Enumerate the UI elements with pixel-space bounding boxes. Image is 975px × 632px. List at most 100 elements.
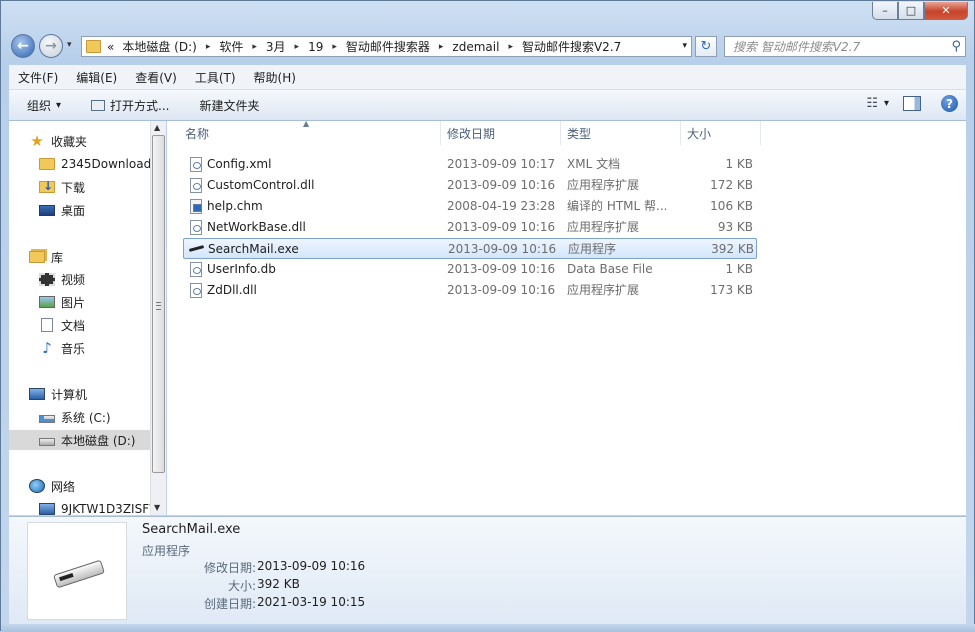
- nav-item-system-drive[interactable]: 系统 (C:): [39, 407, 111, 427]
- column-name[interactable]: 名称: [179, 121, 441, 145]
- details-label: 创建日期:: [203, 597, 256, 611]
- scroll-up-icon[interactable]: ▲: [154, 123, 160, 132]
- file-modified: 2008-04-19 23:28: [447, 199, 556, 213]
- column-headers: ▲ 名称 修改日期 类型 大小: [167, 119, 966, 145]
- details-value: 392 KB: [257, 577, 300, 591]
- breadcrumb-separator[interactable]: ▸: [439, 42, 444, 52]
- file-row[interactable]: help.chm 2008-04-19 23:28 编译的 HTML 帮... …: [183, 196, 757, 217]
- system-drive-icon: [39, 415, 55, 423]
- details-created: 创建日期: 2021-03-19 10:15: [142, 595, 442, 613]
- breadcrumb-separator[interactable]: ▸: [332, 42, 337, 52]
- breadcrumb-separator[interactable]: ▸: [206, 42, 211, 52]
- nav-item-network-host[interactable]: 9JKTW1D3ZISFW: [39, 499, 150, 515]
- nav-label: 计算机: [51, 387, 88, 402]
- menu-edit[interactable]: 编辑(E): [67, 69, 126, 86]
- back-button[interactable]: ←: [11, 34, 35, 58]
- file-row[interactable]: NetWorkBase.dll 2013-09-09 10:16 应用程序扩展 …: [183, 217, 757, 238]
- file-row[interactable]: ZdDll.dll 2013-09-09 10:16 应用程序扩展 173 KB: [183, 280, 757, 301]
- breadcrumb-item[interactable]: 软件: [219, 38, 243, 55]
- nav-libraries[interactable]: 库: [29, 247, 63, 267]
- file-size: 93 KB: [717, 220, 753, 234]
- dll-file-icon: [190, 178, 202, 193]
- nav-item-desktop[interactable]: 桌面: [39, 200, 85, 220]
- breadcrumb-separator[interactable]: ▸: [295, 42, 300, 52]
- file-name: help.chm: [207, 199, 263, 213]
- nav-item-videos[interactable]: 视频: [39, 269, 85, 289]
- maximize-button[interactable]: □: [898, 2, 924, 20]
- scroll-down-icon[interactable]: ▼: [154, 503, 160, 512]
- breadcrumb-separator[interactable]: ▸: [508, 42, 513, 52]
- breadcrumb-item[interactable]: 19: [308, 40, 323, 54]
- breadcrumb-item-current[interactable]: 智动邮件搜索V2.7: [522, 38, 621, 55]
- file-row[interactable]: CustomControl.dll 2013-09-09 10:16 应用程序扩…: [183, 175, 757, 196]
- file-name: NetWorkBase.dll: [207, 220, 306, 234]
- menu-view[interactable]: 查看(V): [126, 69, 186, 86]
- close-button[interactable]: ✕: [924, 2, 968, 20]
- breadcrumb-item[interactable]: 本地磁盘 (D:): [122, 38, 196, 55]
- details-type: 应用程序: [142, 544, 191, 558]
- nav-item-documents[interactable]: 文档: [39, 315, 85, 335]
- nav-network[interactable]: 网络: [29, 476, 75, 496]
- help-icon[interactable]: ?: [941, 95, 958, 112]
- address-bar[interactable]: « 本地磁盘 (D:) ▸ 软件 ▸ 3月 ▸ 19 ▸ 智动邮件搜索器 ▸ z…: [81, 36, 692, 57]
- file-row[interactable]: UserInfo.db 2013-09-09 10:16 Data Base F…: [183, 259, 757, 280]
- refresh-icon[interactable]: ↻: [695, 36, 717, 57]
- nav-item-local-disk-d[interactable]: 本地磁盘 (D:): [9, 430, 150, 450]
- column-type[interactable]: 类型: [561, 121, 681, 145]
- nav-item-2345downloads[interactable]: 2345Downloads: [39, 154, 150, 174]
- nav-item-pictures[interactable]: 图片: [39, 292, 85, 312]
- view-options-icon[interactable]: ☷: [866, 96, 878, 111]
- menu-help[interactable]: 帮助(H): [245, 69, 305, 86]
- forward-button[interactable]: →: [39, 34, 63, 58]
- file-row[interactable]: Config.xml 2013-09-09 10:17 XML 文档 1 KB: [183, 154, 757, 175]
- breadcrumb-item[interactable]: zdemail: [452, 40, 499, 54]
- address-dropdown-icon[interactable]: ▾: [682, 41, 687, 51]
- search-input[interactable]: 搜索 智动邮件搜索V2.7 ⚲: [724, 36, 966, 57]
- video-icon: [39, 272, 55, 286]
- breadcrumb-separator[interactable]: ▸: [252, 42, 257, 52]
- organize-button[interactable]: 组织 ▾: [9, 97, 71, 114]
- explorer-window: – □ ✕ ← → ▾ « 本地磁盘 (D:) ▸ 软件 ▸ 3月 ▸ 19 ▸…: [0, 0, 975, 632]
- file-size: 392 KB: [711, 242, 754, 256]
- folder-icon: [86, 40, 101, 53]
- file-type: 应用程序扩展: [567, 178, 640, 192]
- window-icon: [91, 99, 106, 111]
- breadcrumb-item[interactable]: 3月: [266, 38, 286, 55]
- command-bar: 组织 ▾ 打开方式... 新建文件夹 ☷ ▾ ?: [9, 90, 966, 121]
- open-with-button[interactable]: 打开方式...: [71, 97, 179, 114]
- details-pane: SearchMail.exe 应用程序 修改日期: 2013-09-09 10:…: [9, 516, 966, 625]
- usb-device-icon: [53, 559, 105, 589]
- file-type: Data Base File: [567, 262, 653, 276]
- preview-pane-icon[interactable]: [903, 96, 921, 111]
- scrollbar-thumb[interactable]: [152, 135, 165, 473]
- file-row-selected[interactable]: SearchMail.exe 2013-09-09 10:16 应用程序 392…: [183, 238, 757, 259]
- file-thumbnail: [27, 522, 127, 620]
- grip-icon: [156, 302, 161, 310]
- nav-item-music[interactable]: ♪ 音乐: [39, 338, 85, 358]
- file-modified: 2013-09-09 10:16: [448, 242, 557, 256]
- nav-favorites[interactable]: ★ 收藏夹: [29, 131, 87, 151]
- nav-computer[interactable]: 计算机: [29, 384, 87, 404]
- file-type: 编译的 HTML 帮...: [567, 199, 668, 213]
- column-modified[interactable]: 修改日期: [441, 121, 561, 145]
- document-icon: [41, 318, 53, 332]
- nav-item-downloads[interactable]: 下载: [39, 177, 85, 197]
- breadcrumb-item[interactable]: 智动邮件搜索器: [346, 38, 430, 55]
- menu-file[interactable]: 文件(F): [9, 69, 67, 86]
- file-name: SearchMail.exe: [208, 242, 299, 256]
- nav-label: 文档: [61, 318, 86, 333]
- file-modified: 2013-09-09 10:16: [447, 178, 556, 192]
- toolbar-right: ☷ ▾ ?: [866, 95, 958, 112]
- address-overflow-chevron[interactable]: «: [107, 40, 114, 54]
- recent-pages-dropdown[interactable]: ▾: [67, 40, 72, 50]
- column-size[interactable]: 大小: [681, 121, 761, 145]
- new-folder-button[interactable]: 新建文件夹: [180, 97, 270, 114]
- menu-tools[interactable]: 工具(T): [186, 69, 245, 86]
- file-name: Config.xml: [207, 157, 272, 171]
- minimize-button[interactable]: –: [872, 2, 898, 20]
- chm-file-icon: [190, 199, 202, 214]
- search-icon[interactable]: ⚲: [951, 39, 961, 54]
- nav-scrollbar[interactable]: ▲ ▼: [150, 121, 166, 515]
- chevron-down-icon[interactable]: ▾: [884, 98, 889, 109]
- drive-icon: [39, 438, 55, 446]
